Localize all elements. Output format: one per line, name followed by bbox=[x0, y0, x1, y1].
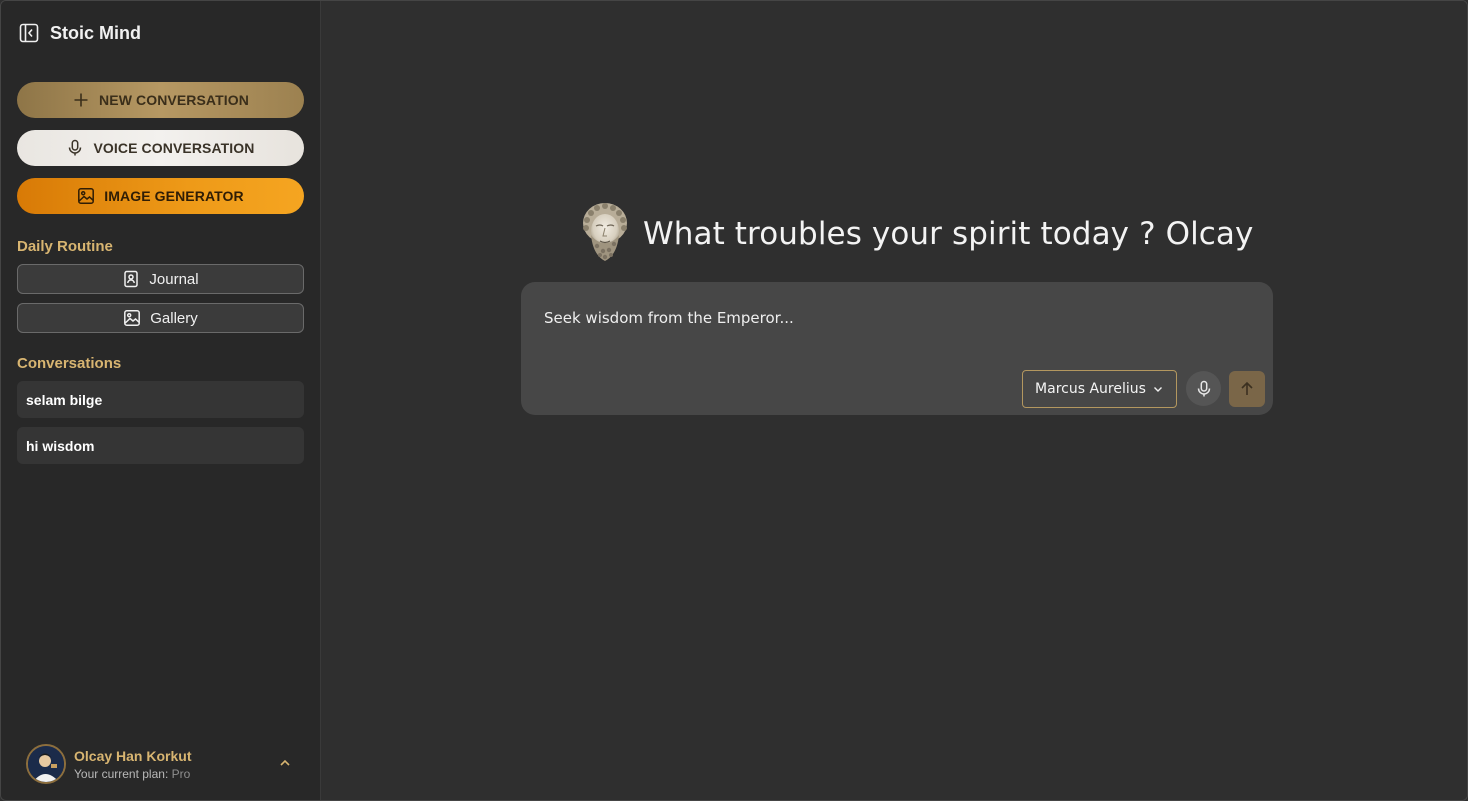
new-conversation-label: NEW CONVERSATION bbox=[99, 92, 249, 108]
main-area: What troubles your spirit today ? Olcay … bbox=[321, 1, 1467, 800]
image-generator-label: IMAGE GENERATOR bbox=[104, 188, 244, 204]
marcus-aurelius-bust-icon bbox=[577, 201, 633, 267]
gallery-icon bbox=[123, 309, 141, 327]
send-button[interactable] bbox=[1229, 371, 1265, 407]
journal-button[interactable]: Journal bbox=[17, 264, 304, 294]
avatar bbox=[26, 744, 66, 784]
user-name: Olcay Han Korkut bbox=[74, 747, 192, 764]
user-plan-label: Your current plan: bbox=[74, 766, 172, 781]
message-composer: Marcus Aurelius bbox=[521, 282, 1273, 415]
image-icon bbox=[77, 187, 95, 205]
conversation-item[interactable]: selam bilge bbox=[17, 381, 304, 418]
model-select[interactable]: Marcus Aurelius bbox=[1022, 370, 1177, 408]
message-input[interactable] bbox=[544, 309, 1244, 327]
image-generator-button[interactable]: IMAGE GENERATOR bbox=[17, 178, 304, 214]
microphone-icon bbox=[1195, 380, 1213, 398]
app-window: Stoic Mind NEW CONVERSATION VOICE CONVER… bbox=[0, 0, 1468, 801]
conversations-heading: Conversations bbox=[17, 355, 122, 372]
gallery-button[interactable]: Gallery bbox=[17, 303, 304, 333]
plus-icon bbox=[72, 91, 90, 109]
journal-label: Journal bbox=[149, 270, 199, 288]
user-plan: Your current plan: Pro bbox=[74, 767, 191, 781]
microphone-icon bbox=[66, 139, 84, 157]
journal-icon bbox=[122, 270, 140, 288]
brand-header: Stoic Mind bbox=[17, 1, 304, 65]
sidebar: Stoic Mind NEW CONVERSATION VOICE CONVER… bbox=[1, 1, 321, 800]
voice-conversation-button[interactable]: VOICE CONVERSATION bbox=[17, 130, 304, 166]
app-title: Stoic Mind bbox=[50, 22, 141, 43]
chevron-up-icon[interactable] bbox=[277, 755, 293, 771]
voice-conversation-label: VOICE CONVERSATION bbox=[93, 140, 255, 156]
user-profile[interactable]: Olcay Han Korkut Your current plan: Pro bbox=[26, 743, 306, 785]
model-select-label: Marcus Aurelius bbox=[1035, 381, 1146, 397]
daily-routine-heading: Daily Routine bbox=[17, 238, 113, 255]
user-text: Olcay Han Korkut Your current plan: Pro bbox=[74, 748, 191, 781]
gallery-label: Gallery bbox=[150, 309, 198, 327]
chevron-down-icon bbox=[1152, 383, 1164, 395]
greeting-heading: What troubles your spirit today ? Olcay bbox=[643, 216, 1254, 252]
sidebar-collapse-icon[interactable] bbox=[19, 23, 39, 43]
user-plan-value: Pro bbox=[171, 766, 191, 781]
hero: What troubles your spirit today ? Olcay bbox=[577, 201, 1253, 267]
voice-input-button[interactable] bbox=[1186, 371, 1221, 406]
new-conversation-button[interactable]: NEW CONVERSATION bbox=[17, 82, 304, 118]
conversation-item[interactable]: hi wisdom bbox=[17, 427, 304, 464]
arrow-up-icon bbox=[1238, 380, 1256, 398]
